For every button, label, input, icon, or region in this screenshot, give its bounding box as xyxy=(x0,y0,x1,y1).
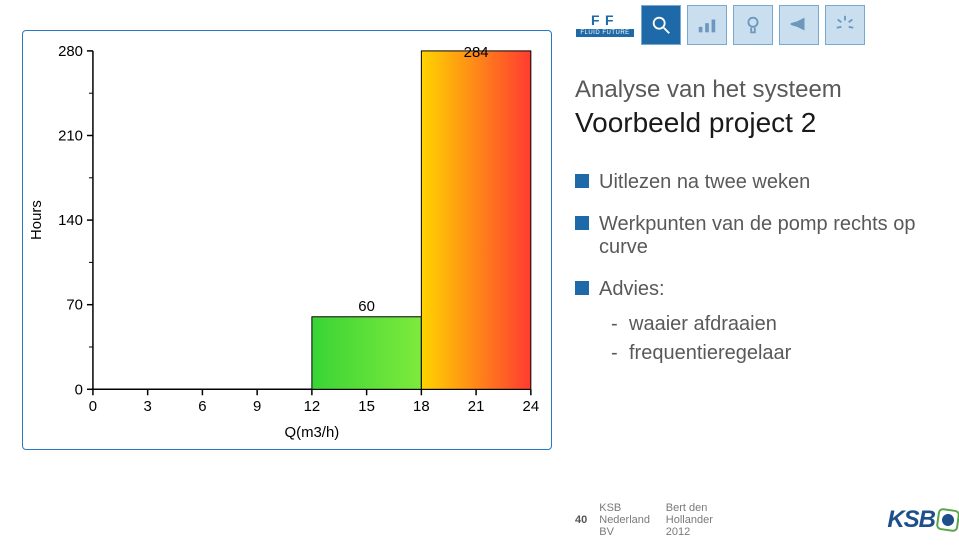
title-line-2: Voorbeeld project 2 xyxy=(575,105,935,140)
megaphone-icon xyxy=(779,5,819,45)
text-column: Analyse van het systeem Voorbeeld projec… xyxy=(575,75,935,371)
ksb-badge-icon xyxy=(936,508,959,533)
fluid-future-logo: FF FLUID FUTURE xyxy=(575,5,635,45)
sub-bullet-text: waaier afdraaien xyxy=(629,313,777,335)
svg-text:24: 24 xyxy=(523,398,540,415)
bullet-item: Uitlezen na twee weken xyxy=(575,170,935,194)
bullet-list: Uitlezen na twee weken Werkpunten van de… xyxy=(575,170,935,365)
magnifier-icon xyxy=(641,5,681,45)
footer-org: KSB Nederland BV xyxy=(599,502,654,538)
svg-text:284: 284 xyxy=(464,44,489,61)
svg-text:140: 140 xyxy=(58,212,83,229)
svg-text:Hours: Hours xyxy=(28,200,45,240)
page-number: 40 xyxy=(575,514,587,526)
chart-frame: 0 70 140 210 280 0 3 6 9 12 15 18 21 24 Q(m3/h) Hours 60… xyxy=(22,30,552,450)
bullet-text: Uitlezen na twee weken xyxy=(599,171,810,194)
title-line-1: Analyse van het systeem xyxy=(575,75,935,105)
lightbulb-icon xyxy=(733,5,773,45)
bullet-item: Advies: xyxy=(575,277,935,301)
ksb-logo: KSB xyxy=(887,506,959,534)
svg-text:70: 70 xyxy=(66,297,83,314)
svg-text:210: 210 xyxy=(58,127,83,144)
bullet-text: Advies: xyxy=(599,278,665,301)
spark-icon xyxy=(825,5,865,45)
bullet-square-icon xyxy=(575,174,589,188)
bullet-square-icon xyxy=(575,216,589,230)
svg-text:0: 0 xyxy=(89,398,97,415)
fluid-future-text: FLUID FUTURE xyxy=(576,29,633,37)
sub-bullet-text: frequentieregelaar xyxy=(629,342,791,364)
svg-text:18: 18 xyxy=(413,398,430,415)
svg-text:60: 60 xyxy=(358,298,375,315)
bullet-item: Werkpunten van de pomp rechts op curve xyxy=(575,212,935,259)
svg-text:3: 3 xyxy=(144,398,152,415)
sub-bullet-item: -frequentieregelaar xyxy=(611,342,935,365)
svg-text:280: 280 xyxy=(58,43,83,60)
bar-chart: 0 70 140 210 280 0 3 6 9 12 15 18 21 24 Q(m3/h) Hours 60… xyxy=(23,31,551,449)
svg-text:9: 9 xyxy=(253,398,261,415)
svg-text:15: 15 xyxy=(358,398,375,415)
bars-icon xyxy=(687,5,727,45)
svg-text:21: 21 xyxy=(468,398,485,415)
footer-author-year: Bert den Hollander 2012 xyxy=(666,502,736,538)
icon-strip: FF FLUID FUTURE xyxy=(575,5,865,45)
sub-bullet-item: -waaier afdraaien xyxy=(611,313,935,336)
footer: 40 KSB Nederland BV Bert den Hollander 2… xyxy=(575,502,959,538)
svg-text:0: 0 xyxy=(75,381,83,398)
ksb-logo-text: KSB xyxy=(887,506,935,534)
svg-text:6: 6 xyxy=(198,398,206,415)
sub-bullet-list: -waaier afdraaien -frequentieregelaar xyxy=(611,313,935,365)
bullet-text: Werkpunten van de pomp rechts op curve xyxy=(599,213,935,259)
svg-text:Q(m3/h): Q(m3/h) xyxy=(285,424,340,441)
svg-text:12: 12 xyxy=(304,398,321,415)
bullet-square-icon xyxy=(575,281,589,295)
